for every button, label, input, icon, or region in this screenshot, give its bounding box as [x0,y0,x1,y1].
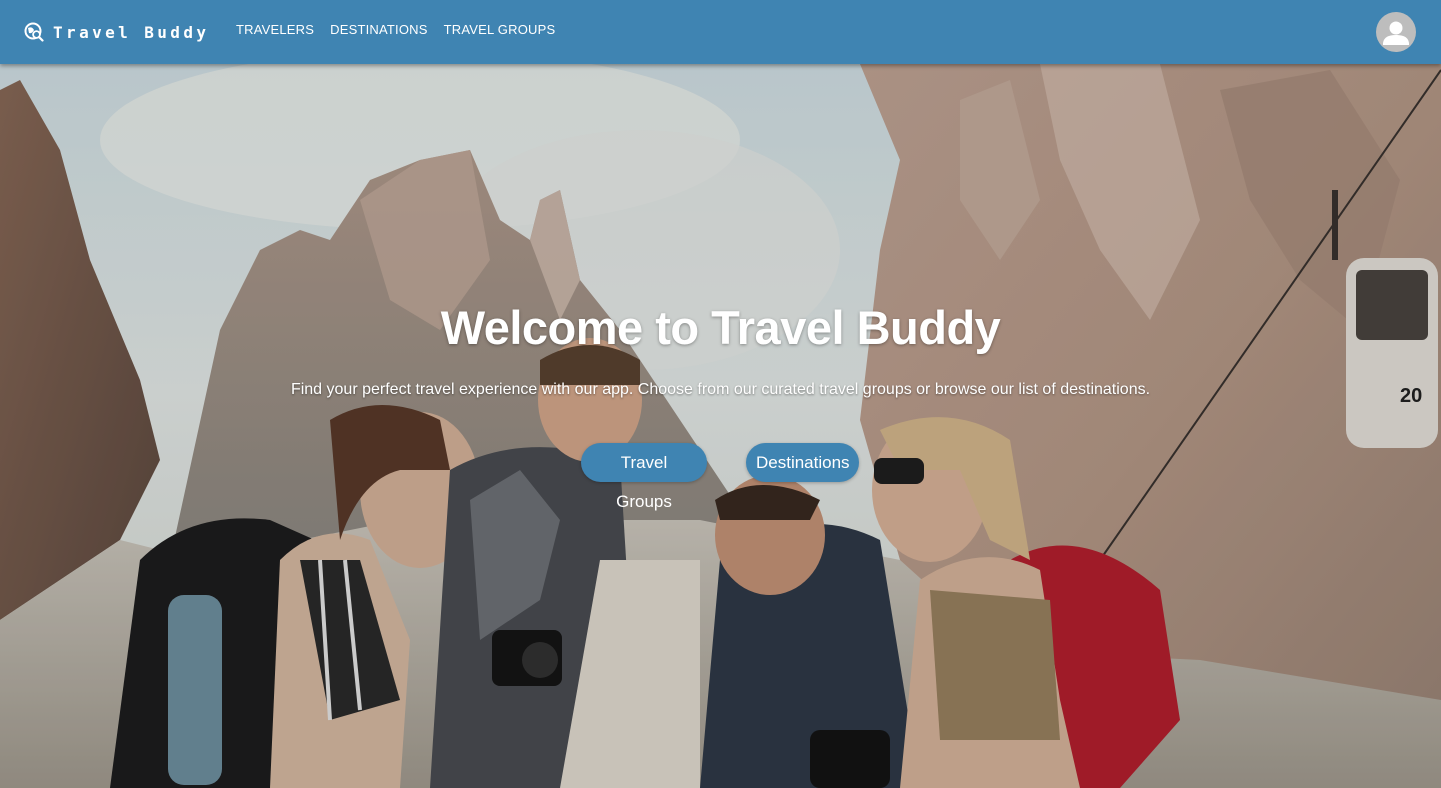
nav-link-travel-groups[interactable]: TRAVEL GROUPS [444,22,556,37]
travel-groups-button[interactable]: Travel Groups [581,443,707,511]
user-avatar-icon [1383,21,1409,45]
hero-title: Welcome to Travel Buddy [440,301,1001,354]
globe-search-icon [24,22,44,42]
brand-name: Travel Buddy [53,22,210,42]
user-avatar-button[interactable] [1376,12,1416,52]
nav-link-destinations[interactable]: DESTINATIONS [330,22,428,37]
hero-subtitle: Find your perfect travel experience with… [290,381,1151,398]
main-nav: TRAVELERS DESTINATIONS TRAVEL GROUPS [236,22,571,37]
destinations-button[interactable]: Destinations [746,443,859,482]
nav-link-travelers[interactable]: TRAVELERS [236,22,314,37]
top-navbar: Travel Buddy TRAVELERS DESTINATIONS TRAV… [0,0,1441,64]
brand-logo[interactable]: Travel Buddy [24,20,209,44]
landing-page: 20 Travel Buddy TRAVELERS DESTINATIONS T… [0,0,1441,788]
